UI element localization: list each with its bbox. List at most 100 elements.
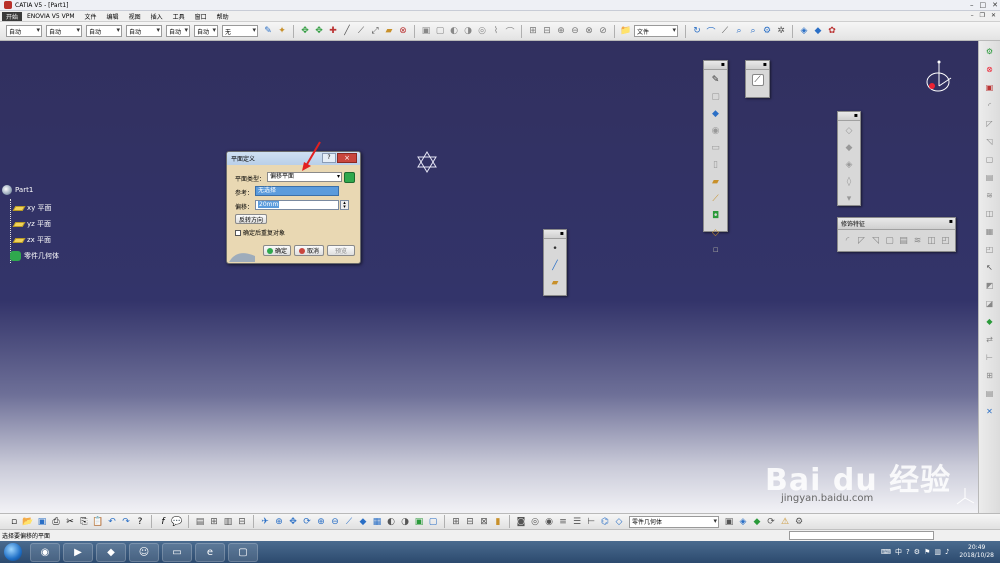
ok-button[interactable]: 确定 <box>263 245 291 256</box>
close-icon[interactable]: ▪ <box>721 61 725 68</box>
file-select[interactable]: 文件 <box>634 25 678 37</box>
menu-file[interactable]: 文件 <box>80 12 102 21</box>
shading-icon[interactable]: ▣ <box>413 516 425 528</box>
tray-keyboard-icon[interactable]: ⌨ <box>881 548 891 556</box>
maximize-icon[interactable]: □ <box>980 1 987 9</box>
replace-face-icon[interactable]: ◰ <box>940 235 952 247</box>
tree-node-body[interactable]: 零件几何体 <box>10 251 59 261</box>
close-icon[interactable]: ▪ <box>854 112 858 119</box>
sketcher-icon[interactable]: ⚙ <box>984 45 996 57</box>
menu-enovia[interactable]: ENOVIA V5 VPM <box>22 13 80 20</box>
slot-icon[interactable]: ⌒ <box>504 25 516 38</box>
thickness-tool-icon[interactable]: ▤ <box>898 235 910 247</box>
compass-icon[interactable] <box>924 58 954 96</box>
browser-icon[interactable]: e <box>195 542 225 562</box>
pad-icon[interactable]: ▣ <box>420 25 432 37</box>
zoom-icon[interactable]: ⌕ <box>747 25 759 37</box>
cancel-button[interactable]: 取消 <box>294 245 324 256</box>
graphic-property-select-4[interactable]: 自动 <box>126 25 162 37</box>
hole-icon[interactable]: ◎ <box>476 25 488 37</box>
material-icon[interactable]: ✿ <box>826 25 838 37</box>
point-tool-icon[interactable]: • <box>549 243 561 255</box>
tree-node-xy-plane[interactable]: xy 平面 <box>12 203 52 213</box>
repeat-object-checkbox[interactable] <box>235 229 241 236</box>
reverse-direction-button[interactable]: 反转方向 <box>235 214 267 224</box>
tray-input-icon[interactable]: 中 <box>895 547 902 557</box>
float-toolbar-header[interactable]: ▪ <box>704 61 727 70</box>
plane-type-select[interactable]: 偏移平面 ▾ <box>267 172 342 182</box>
constraint-icon[interactable]: ⊢ <box>984 351 996 363</box>
close-icon[interactable]: ✕ <box>992 1 998 9</box>
graphic-property-select-1[interactable]: 自动 <box>6 25 42 37</box>
define-object-icon[interactable]: ⌬ <box>599 516 611 528</box>
sew-icon[interactable]: ◪ <box>984 297 996 309</box>
doc-restore-icon[interactable]: ❐ <box>980 12 985 19</box>
swap-space-icon[interactable]: ◑ <box>399 516 411 528</box>
start-button[interactable] <box>4 543 22 561</box>
plane-tool-icon[interactable]: ▰ <box>383 25 395 37</box>
apply-material-icon[interactable]: ▮ <box>492 516 504 528</box>
offset-plane-icon[interactable]: ⟋ <box>710 193 722 205</box>
measure-item-icon[interactable]: ▣ <box>984 81 996 93</box>
rib-tool-icon[interactable]: ▯ <box>710 159 722 171</box>
insert-body-icon[interactable]: ▣ <box>723 516 735 528</box>
fly-mode-icon[interactable]: ✈ <box>259 516 271 528</box>
folder-icon[interactable]: 📁 <box>620 25 632 37</box>
draft-icon[interactable]: ◹ <box>984 135 996 147</box>
quick-view-icon[interactable]: ▦ <box>371 516 383 528</box>
whats-this-icon[interactable]: ? <box>134 516 146 528</box>
law-icon[interactable]: ≡ <box>557 516 569 528</box>
body-icon[interactable]: ◇ <box>613 516 625 528</box>
painter-icon[interactable]: ✎ <box>262 25 274 37</box>
menu-tools[interactable]: 工具 <box>168 12 190 21</box>
shaft-icon[interactable]: ◐ <box>448 25 460 37</box>
union-trim-icon[interactable]: ⊘ <box>597 25 609 37</box>
graphic-property-select-3[interactable]: 自动 <box>86 25 122 37</box>
parameter-icon[interactable]: ☰ <box>571 516 583 528</box>
dialog-titlebar[interactable]: 平面定义 ? × <box>227 152 360 165</box>
thickness-icon[interactable]: ▤ <box>984 171 996 183</box>
wire-curve-icon[interactable]: ◊ <box>843 176 855 188</box>
render-icon[interactable]: ◆ <box>812 25 824 37</box>
projection-icon[interactable]: ⊗ <box>397 25 409 37</box>
new-file-icon[interactable]: ▫ <box>8 516 20 528</box>
thread-tool-icon[interactable]: ≋ <box>912 235 924 247</box>
assemble-icon[interactable]: ⊟ <box>541 25 553 37</box>
stiffener-icon[interactable]: ◇ <box>710 227 722 239</box>
menu-help[interactable]: 帮助 <box>212 12 234 21</box>
split-icon[interactable]: ◩ <box>984 279 996 291</box>
sketch-tool-icon[interactable]: ✎ <box>710 74 722 86</box>
polyline-icon[interactable]: ⤢ <box>369 25 381 37</box>
analysis-tool-icon[interactable]: ◆ <box>751 516 763 528</box>
sketcher-tool-icon[interactable]: ⟋ <box>751 74 764 86</box>
plane-float-icon[interactable]: ▰ <box>710 176 722 188</box>
minimize-icon[interactable]: – <box>970 1 974 9</box>
remove-face-icon[interactable]: ◫ <box>926 235 938 247</box>
chamfer-icon[interactable]: ◸ <box>984 117 996 129</box>
library-icon[interactable]: ▥ <box>222 516 234 528</box>
tray-settings-icon[interactable]: ⚙ <box>914 548 920 556</box>
camera-icon[interactable]: ◙ <box>515 516 527 528</box>
measure-icon[interactable]: ⟋ <box>719 25 731 37</box>
tree-node-yz-plane[interactable]: yz 平面 <box>12 219 51 229</box>
rotate-view-icon[interactable]: ⟳ <box>301 516 313 528</box>
fillet-icon[interactable]: ◜ <box>984 99 996 111</box>
plane-type-lock-icon[interactable] <box>344 172 355 183</box>
pan-view-icon[interactable]: ✥ <box>287 516 299 528</box>
remove-icon[interactable]: ⊖ <box>569 25 581 37</box>
tree-node-part1[interactable]: Part1 <box>2 185 33 195</box>
multi-section-icon[interactable]: ▫ <box>710 244 722 256</box>
work-object-select[interactable]: 零件几何体 <box>629 515 719 528</box>
preview-button[interactable]: 预览 <box>327 245 355 256</box>
swept-icon[interactable]: ◎ <box>529 516 541 528</box>
reference-field[interactable]: 无选择 <box>255 186 339 196</box>
point-icon[interactable]: ✚ <box>327 25 339 37</box>
undo-icon[interactable]: ↶ <box>106 516 118 528</box>
loft-icon[interactable]: ◉ <box>543 516 555 528</box>
update-icon[interactable]: ⟳ <box>765 516 777 528</box>
menu-insert[interactable]: 插入 <box>146 12 168 21</box>
close-icon[interactable]: ▪ <box>763 61 767 68</box>
offset-spinner[interactable]: ▴ ▾ <box>340 200 349 210</box>
dialog-help-button[interactable]: ? <box>322 153 336 163</box>
float-toolbar-header[interactable]: ▪ <box>746 61 769 70</box>
